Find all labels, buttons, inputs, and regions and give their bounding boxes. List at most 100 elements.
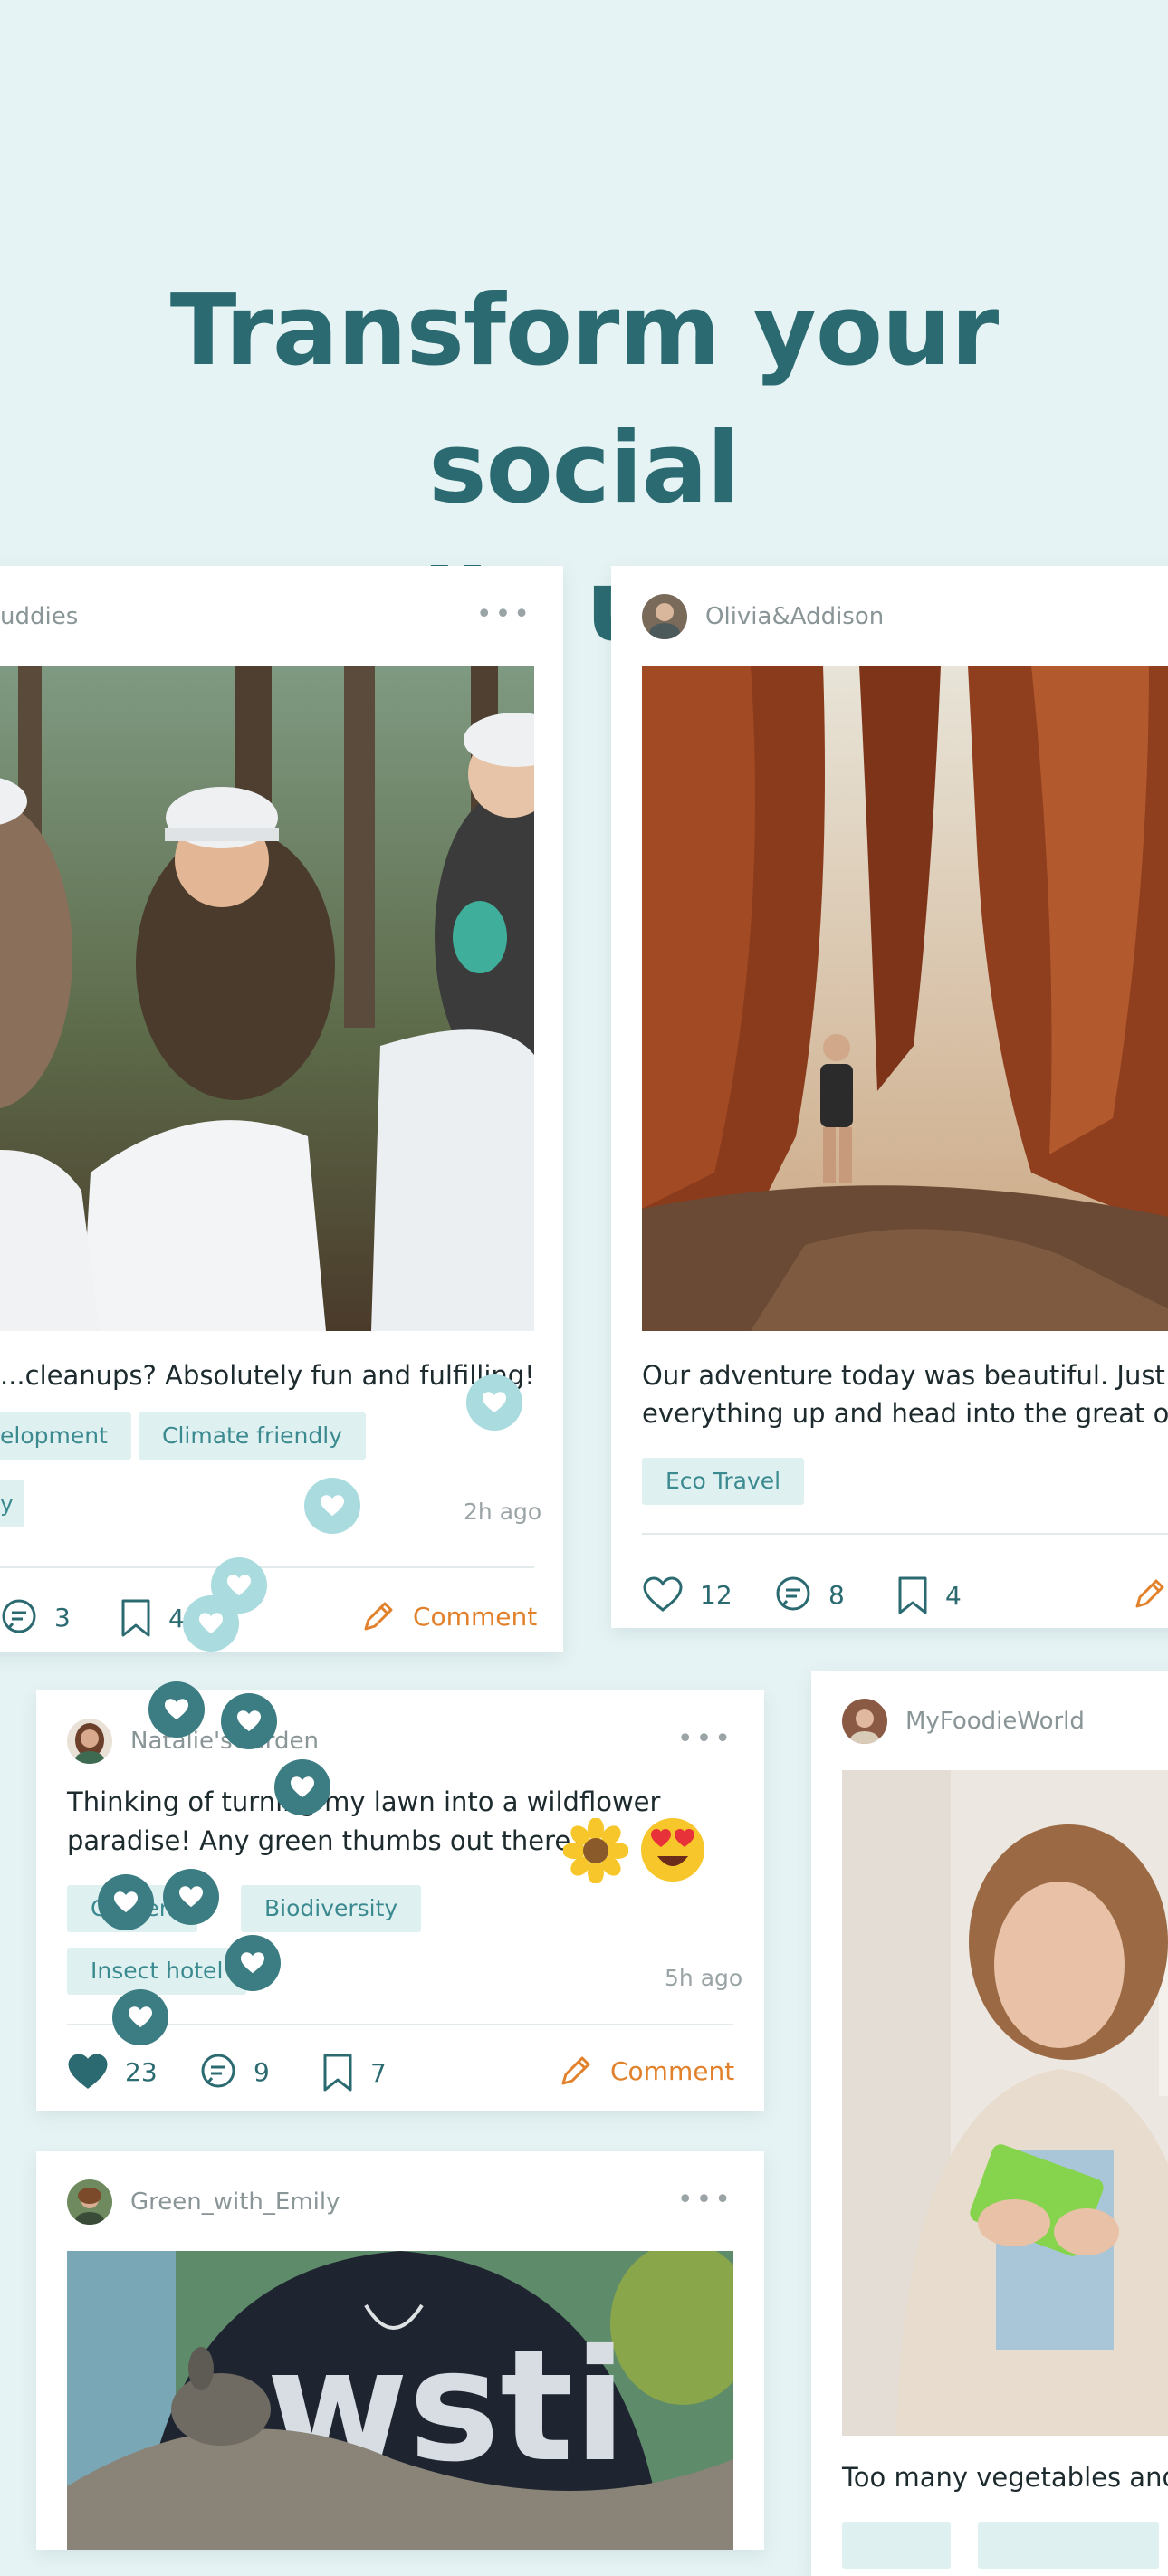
avatar[interactable] — [842, 1699, 887, 1744]
tag-insect-hotel[interactable]: Insect hotel — [67, 1948, 247, 1995]
comment-button[interactable]: Comment — [360, 1598, 537, 1634]
avatar-image — [67, 2179, 112, 2225]
post-photo[interactable] — [642, 666, 1168, 1331]
tag-partial[interactable] — [842, 2522, 951, 2569]
comments-count-button[interactable]: 9 — [199, 2053, 270, 2091]
more-options-icon[interactable]: ••• — [476, 601, 532, 628]
comment-bubble-icon — [776, 1576, 810, 1611]
post-caption-line-2: paradise! Any green thumbs out there? — [67, 1825, 585, 1856]
post-caption-line-1: Our adventure today was beautiful. Just … — [642, 1360, 1168, 1391]
heart-icon — [113, 1891, 139, 1913]
heart-icon — [178, 1886, 204, 1908]
floating-heart-bubble — [98, 1874, 154, 1930]
heart-outline-icon — [643, 1576, 683, 1612]
bookmark-icon — [323, 2054, 352, 2092]
comment-button[interactable] — [1132, 1575, 1168, 1612]
post-caption-line-2: everything up and head into the great ou… — [642, 1398, 1168, 1429]
divider — [0, 1566, 534, 1568]
comment-bubble-icon — [201, 2054, 235, 2088]
sunflower-emoji-icon — [563, 1818, 628, 1883]
more-options-icon[interactable]: ••• — [677, 1726, 733, 1753]
post-caption: Too many vegetables and... — [842, 2462, 1168, 2493]
floating-heart-bubble — [304, 1478, 360, 1534]
like-button[interactable]: 23 — [67, 2053, 158, 2091]
post-card-emily: Green_with_Emily ••• wsti — [36, 2151, 764, 2550]
floating-heart-bubble — [274, 1759, 330, 1815]
kangaroo-rescue-photo: wsti — [67, 2251, 733, 2550]
post-caption-line-1: Thinking of turning my lawn into a wildf… — [67, 1786, 661, 1817]
post-username[interactable]: MyFoodieWorld — [905, 1708, 1085, 1735]
post-time: 2h ago — [464, 1499, 542, 1525]
heart-icon — [236, 1710, 262, 1732]
heart-icon — [290, 1776, 315, 1798]
more-options-icon[interactable]: ••• — [677, 2187, 733, 2214]
bookmark-icon — [121, 1599, 150, 1637]
post-card-adventure: Olivia&Addison Our adventure today was b… — [611, 566, 1168, 1628]
post-username[interactable]: Olivia&Addison — [705, 603, 884, 630]
post-username[interactable]: Green_with_Emily — [130, 2188, 340, 2216]
comments-count: 9 — [254, 2056, 270, 2087]
heart-icon — [240, 1952, 265, 1974]
avatar[interactable] — [67, 1719, 112, 1764]
volunteers-cleanup-photo — [0, 666, 534, 1331]
heart-icon — [128, 2006, 153, 2028]
tag-biodiversity[interactable]: Biodiversity — [241, 1885, 422, 1932]
heart-icon — [164, 1699, 189, 1720]
floating-heart-bubble — [163, 1869, 219, 1925]
floating-heart-bubble — [112, 1989, 168, 2045]
tag-partial[interactable]: y — [0, 1480, 24, 1527]
divider — [642, 1533, 1168, 1535]
save-button[interactable]: 7 — [321, 2053, 387, 2092]
post-caption: ...cleanups? Absolutely fun and fulfilli… — [0, 1360, 535, 1391]
comments-count: 8 — [828, 1579, 845, 1610]
pencil-icon — [1135, 1579, 1164, 1608]
post-photo[interactable] — [0, 666, 534, 1331]
comment-label: Comment — [610, 2055, 735, 2086]
post-photo[interactable] — [842, 1770, 1168, 2436]
likes-count: 23 — [125, 2056, 158, 2087]
heart-eyes-emoji-icon — [641, 1818, 704, 1882]
floating-heart-bubble — [148, 1681, 205, 1738]
saves-count: 4 — [945, 1580, 962, 1611]
comments-count-button[interactable]: 8 — [774, 1575, 845, 1614]
save-button[interactable]: 4 — [120, 1598, 185, 1638]
save-button[interactable]: 4 — [896, 1575, 962, 1615]
pencil-icon — [364, 1602, 393, 1631]
like-button[interactable]: 12 — [642, 1575, 732, 1614]
heart-icon — [482, 1392, 507, 1413]
avatar-image — [67, 1719, 112, 1764]
floating-heart-bubble — [183, 1595, 239, 1652]
comment-button[interactable]: Comment — [558, 2053, 734, 2089]
post-card-foodie: MyFoodieWorld Too many vegetables and... — [811, 1671, 1168, 2576]
floating-heart-bubble — [221, 1693, 277, 1749]
post-card-cleanup: uddies ••• ...cleanups? Absolutely fun a… — [0, 566, 563, 1652]
bookmark-icon — [898, 1576, 927, 1614]
heart-filled-icon — [68, 2054, 108, 2089]
saves-count: 4 — [168, 1603, 185, 1633]
floating-heart-bubble — [225, 1935, 281, 1991]
comment-bubble-icon — [2, 1599, 36, 1633]
tag-climate-friendly[interactable]: Climate friendly — [139, 1412, 367, 1460]
tag-partial[interactable] — [978, 2522, 1159, 2569]
heart-icon — [226, 1575, 252, 1596]
post-time: 5h ago — [665, 1965, 743, 1991]
post-photo[interactable]: wsti — [67, 2251, 733, 2550]
heart-icon — [198, 1613, 224, 1634]
avatar-image — [642, 594, 687, 639]
comment-label: Comment — [413, 1601, 538, 1632]
redwood-forest-hiker-photo — [642, 666, 1168, 1331]
likes-count: 12 — [700, 1579, 732, 1610]
post-username[interactable]: uddies — [0, 603, 78, 630]
avatar-image — [842, 1699, 887, 1744]
heart-icon — [320, 1495, 345, 1517]
headline-line-1: Transform your social — [169, 274, 999, 525]
tag-development[interactable]: elopment — [0, 1412, 131, 1460]
avatar[interactable] — [642, 594, 687, 639]
tag-eco-travel[interactable]: Eco Travel — [642, 1458, 805, 1505]
woman-with-phone-photo — [842, 1770, 1168, 2436]
comments-count-button[interactable]: 3 — [0, 1598, 71, 1636]
comments-count: 3 — [54, 1602, 71, 1633]
avatar[interactable] — [67, 2179, 112, 2225]
saves-count: 7 — [370, 2057, 387, 2088]
pencil-icon — [561, 2056, 590, 2085]
